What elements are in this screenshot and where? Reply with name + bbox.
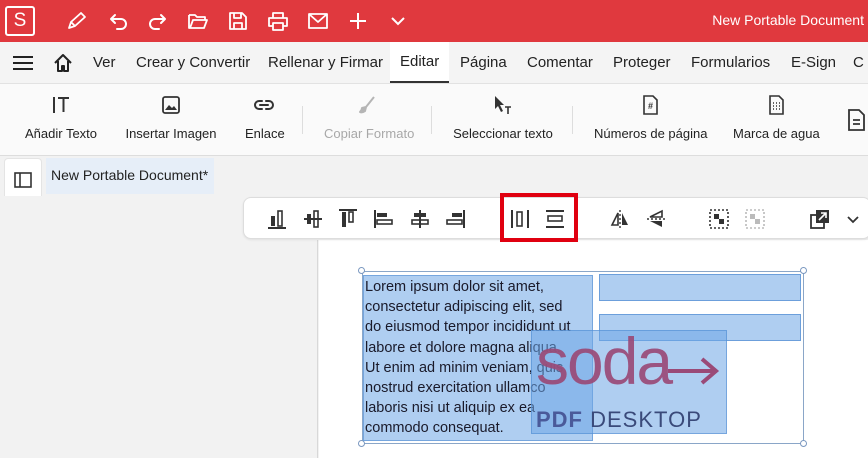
flip-vertical-icon[interactable] xyxy=(645,208,667,230)
align-right-icon[interactable] xyxy=(444,208,466,230)
ribbon-separator xyxy=(572,106,573,134)
page-numbers-icon: # xyxy=(643,95,658,115)
select-text-button[interactable]: Seleccionar texto xyxy=(453,94,553,150)
watermark-label: Marca de agua xyxy=(733,126,820,141)
pen-icon[interactable] xyxy=(66,11,88,31)
selected-shape[interactable] xyxy=(599,274,801,301)
align-bottom-icon[interactable] xyxy=(266,208,288,230)
link-label: Enlace xyxy=(245,126,285,141)
ribbon-toolbar: Añadir Texto Insertar Imagen Enlace Copi… xyxy=(0,84,868,156)
menu-comentar[interactable]: Comentar xyxy=(527,54,593,71)
highlight-annotation-box xyxy=(500,193,578,242)
window-title: New Portable Document xyxy=(712,12,864,28)
document-tab[interactable]: New Portable Document* xyxy=(46,158,214,194)
open-folder-icon[interactable] xyxy=(187,11,209,31)
copy-format-label: Copiar Formato xyxy=(324,126,415,141)
resize-handle[interactable] xyxy=(358,267,365,274)
save-icon[interactable] xyxy=(227,11,249,31)
text-line: Lorem ipsum dolor sit amet, xyxy=(365,279,544,295)
document-icon[interactable] xyxy=(846,108,866,132)
select-text-icon xyxy=(495,96,511,114)
print-icon[interactable] xyxy=(267,11,289,31)
hamburger-menu-icon[interactable] xyxy=(12,55,34,71)
bring-to-front-icon[interactable] xyxy=(809,208,831,230)
menu-rellenar-y-firmar[interactable]: Rellenar y Firmar xyxy=(268,54,383,71)
logo-pdf: PDF xyxy=(536,407,583,432)
add-text-button[interactable]: Añadir Texto xyxy=(24,94,98,150)
watermark-button[interactable]: Marca de agua xyxy=(733,94,820,150)
resize-handle[interactable] xyxy=(800,440,807,447)
home-icon[interactable] xyxy=(53,53,73,73)
logo-word: soda xyxy=(536,324,673,398)
undo-icon[interactable] xyxy=(107,11,129,31)
title-bar: S New Portable Document xyxy=(0,0,868,42)
menu-proteger[interactable]: Proteger xyxy=(613,54,671,71)
panel-toggle-icon[interactable] xyxy=(13,170,33,190)
redo-icon[interactable] xyxy=(147,11,169,31)
page-numbers-button[interactable]: # Números de página xyxy=(594,94,708,150)
menu-more[interactable]: C xyxy=(853,54,864,71)
text-line: consectetur adipiscing elit, sed xyxy=(365,299,563,316)
soda-pdf-logo-image[interactable]: soda PDF DESKTOP xyxy=(531,324,727,434)
ribbon-separator xyxy=(431,106,432,134)
add-text-icon xyxy=(53,97,69,113)
copy-format-button[interactable]: Copiar Formato xyxy=(324,94,415,150)
menu-ver[interactable]: Ver xyxy=(93,54,116,71)
chevron-down-icon[interactable] xyxy=(387,11,409,31)
chevron-down-icon[interactable] xyxy=(844,208,862,230)
menu-crear-y-convertir[interactable]: Crear y Convertir xyxy=(136,54,250,71)
menu-editar[interactable]: Editar xyxy=(390,42,450,83)
thumbnail-panel xyxy=(0,240,318,458)
logo-subtitle: PDF DESKTOP xyxy=(536,407,702,433)
align-horizontal-center-icon[interactable] xyxy=(409,208,431,230)
resize-handle[interactable] xyxy=(358,440,365,447)
menu-bar: Ver Crear y Convertir Rellenar y Firmar … xyxy=(0,42,868,84)
app-logo[interactable]: S xyxy=(5,6,35,36)
flip-horizontal-icon[interactable] xyxy=(609,208,631,230)
insert-image-button[interactable]: Insertar Imagen xyxy=(125,94,217,150)
select-text-label: Seleccionar texto xyxy=(453,126,553,141)
menu-e-sign[interactable]: E-Sign xyxy=(791,54,836,71)
insert-image-label: Insertar Imagen xyxy=(125,126,217,141)
page-numbers-label: Números de página xyxy=(594,126,708,141)
resize-handle[interactable] xyxy=(800,267,807,274)
format-painter-icon xyxy=(359,96,375,114)
menu-pagina[interactable]: Página xyxy=(460,54,507,71)
link-icon xyxy=(254,100,274,110)
align-left-icon[interactable] xyxy=(373,208,395,230)
link-button[interactable]: Enlace xyxy=(245,94,285,150)
ungroup-icon[interactable] xyxy=(744,208,766,230)
align-top-icon[interactable] xyxy=(337,208,359,230)
mail-icon[interactable] xyxy=(307,11,329,31)
image-icon xyxy=(162,96,180,114)
arrow-right-icon xyxy=(668,357,720,385)
add-text-label: Añadir Texto xyxy=(24,126,98,141)
watermark-icon xyxy=(769,95,784,115)
align-vertical-center-icon[interactable] xyxy=(302,208,324,230)
group-icon[interactable] xyxy=(708,208,730,230)
svg-text:#: # xyxy=(648,101,653,111)
plus-icon[interactable] xyxy=(347,11,369,31)
ribbon-separator xyxy=(302,106,303,134)
menu-formularios[interactable]: Formularios xyxy=(691,54,770,71)
logo-desktop: DESKTOP xyxy=(590,407,702,432)
